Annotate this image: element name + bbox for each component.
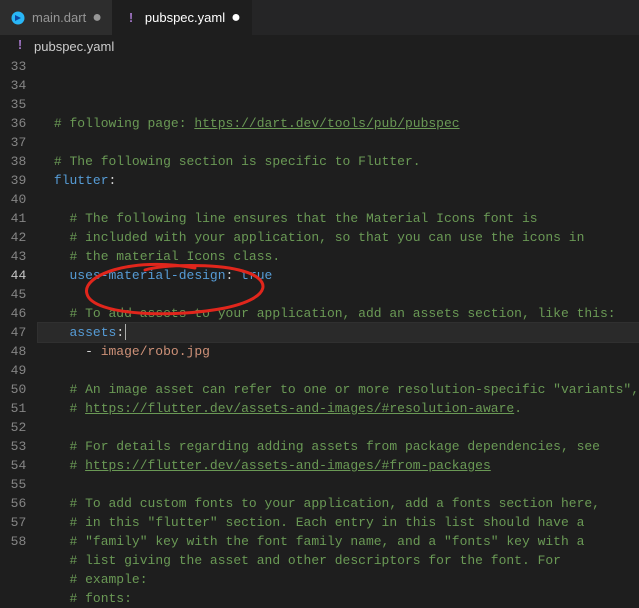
code-token: # To add assets to your application, add… (70, 304, 616, 323)
svg-text:!: ! (18, 37, 22, 52)
code-token: # To add custom fonts to your applicatio… (70, 494, 601, 513)
code-token: image/robo.jpg (101, 342, 210, 361)
line-number: 41 (0, 209, 26, 228)
line-number: 48 (0, 342, 26, 361)
dirty-indicator-icon: ● (231, 10, 241, 26)
tab-main-dart[interactable]: main.dart ● (0, 0, 113, 35)
line-number: 55 (0, 475, 26, 494)
dirty-indicator-icon: ● (92, 10, 102, 26)
code-token: # in this "flutter" section. Each entry … (70, 513, 585, 532)
line-number: 34 (0, 76, 26, 95)
code-line[interactable]: # To add assets to your application, add… (38, 304, 639, 323)
code-line[interactable] (38, 361, 639, 380)
tab-pubspec-yaml[interactable]: ! pubspec.yaml ● (113, 0, 252, 35)
line-number: 43 (0, 247, 26, 266)
code-line[interactable]: # fonts: (38, 589, 639, 608)
line-number: 35 (0, 95, 26, 114)
tab-label: main.dart (32, 10, 86, 25)
line-number: 50 (0, 380, 26, 399)
svg-text:!: ! (129, 10, 133, 25)
code-line[interactable]: # For details regarding adding assets fr… (38, 437, 639, 456)
code-line[interactable] (38, 418, 639, 437)
line-number: 37 (0, 133, 26, 152)
code-line[interactable]: # The following line ensures that the Ma… (38, 209, 639, 228)
code-line[interactable]: # An image asset can refer to one or mor… (38, 380, 639, 399)
code-token: # (70, 456, 86, 475)
code-token: : (116, 323, 124, 342)
code-line[interactable]: # the material Icons class. (38, 247, 639, 266)
yaml-icon: ! (12, 37, 28, 56)
code-line[interactable]: # following page: https://dart.dev/tools… (38, 114, 639, 133)
code-token: flutter (54, 171, 109, 190)
code-line[interactable]: assets: (38, 323, 639, 342)
code-token: # The following line ensures that the Ma… (70, 209, 538, 228)
line-number: 51 (0, 399, 26, 418)
line-number: 49 (0, 361, 26, 380)
line-number: 53 (0, 437, 26, 456)
line-number: 54 (0, 456, 26, 475)
line-number: 57 (0, 513, 26, 532)
code-token: . (514, 399, 522, 418)
code-token: # fonts: (70, 589, 132, 608)
line-number: 56 (0, 494, 26, 513)
code-line[interactable]: # in this "flutter" section. Each entry … (38, 513, 639, 532)
dart-icon (10, 10, 26, 26)
line-number: 46 (0, 304, 26, 323)
code-token: uses-material-design (70, 266, 226, 285)
breadcrumb[interactable]: ! pubspec.yaml (0, 35, 639, 57)
line-number: 38 (0, 152, 26, 171)
code-line[interactable]: flutter: (38, 171, 639, 190)
code-token: https://dart.dev/tools/pub/pubspec (194, 114, 459, 133)
code-line[interactable]: # example: (38, 570, 639, 589)
code-editor[interactable]: 3334353637383940414243444546474849505152… (0, 57, 639, 608)
code-line[interactable]: # The following section is specific to F… (38, 152, 639, 171)
code-line[interactable]: # "family" key with the font family name… (38, 532, 639, 551)
line-number: 47 (0, 323, 26, 342)
code-token: : (226, 266, 242, 285)
line-number: 52 (0, 418, 26, 437)
code-area[interactable]: # following page: https://dart.dev/tools… (38, 57, 639, 608)
code-token: assets (70, 323, 117, 342)
code-token: # the material Icons class. (70, 247, 281, 266)
code-token: true (241, 266, 272, 285)
code-token: # "family" key with the font family name… (70, 532, 585, 551)
code-line[interactable] (38, 190, 639, 209)
code-line[interactable]: uses-material-design: true (38, 266, 639, 285)
code-token: # An image asset can refer to one or mor… (70, 380, 639, 399)
yaml-icon: ! (123, 10, 139, 26)
tab-label: pubspec.yaml (145, 10, 225, 25)
code-token: : (109, 171, 117, 190)
code-line[interactable] (38, 133, 639, 152)
code-line[interactable]: # To add custom fonts to your applicatio… (38, 494, 639, 513)
line-number: 40 (0, 190, 26, 209)
tab-bar: main.dart ●! pubspec.yaml ● (0, 0, 639, 35)
line-number: 39 (0, 171, 26, 190)
line-number: 42 (0, 228, 26, 247)
code-line[interactable]: - image/robo.jpg (38, 342, 639, 361)
code-token: # For details regarding adding assets fr… (70, 437, 601, 456)
code-token: # The following section is specific to F… (54, 152, 421, 171)
line-number: 45 (0, 285, 26, 304)
code-token: https://flutter.dev/assets-and-images/#f… (85, 456, 491, 475)
code-token: # included with your application, so tha… (70, 228, 585, 247)
code-line[interactable] (38, 285, 639, 304)
code-token: # (70, 399, 86, 418)
line-number: 44 (0, 266, 26, 285)
code-line[interactable]: # https://flutter.dev/assets-and-images/… (38, 399, 639, 418)
code-token: # example: (70, 570, 148, 589)
code-line[interactable]: # list giving the asset and other descri… (38, 551, 639, 570)
code-token: - (85, 342, 101, 361)
code-token: # list giving the asset and other descri… (70, 551, 561, 570)
text-cursor (125, 324, 126, 340)
line-number-gutter: 3334353637383940414243444546474849505152… (0, 57, 38, 608)
code-line[interactable]: # included with your application, so tha… (38, 228, 639, 247)
line-number: 58 (0, 532, 26, 551)
code-line[interactable]: # https://flutter.dev/assets-and-images/… (38, 456, 639, 475)
code-token: https://flutter.dev/assets-and-images/#r… (85, 399, 514, 418)
code-line[interactable] (38, 475, 639, 494)
line-number: 36 (0, 114, 26, 133)
breadcrumb-label: pubspec.yaml (34, 39, 114, 54)
code-token: # following page: (54, 114, 194, 133)
line-number: 33 (0, 57, 26, 76)
